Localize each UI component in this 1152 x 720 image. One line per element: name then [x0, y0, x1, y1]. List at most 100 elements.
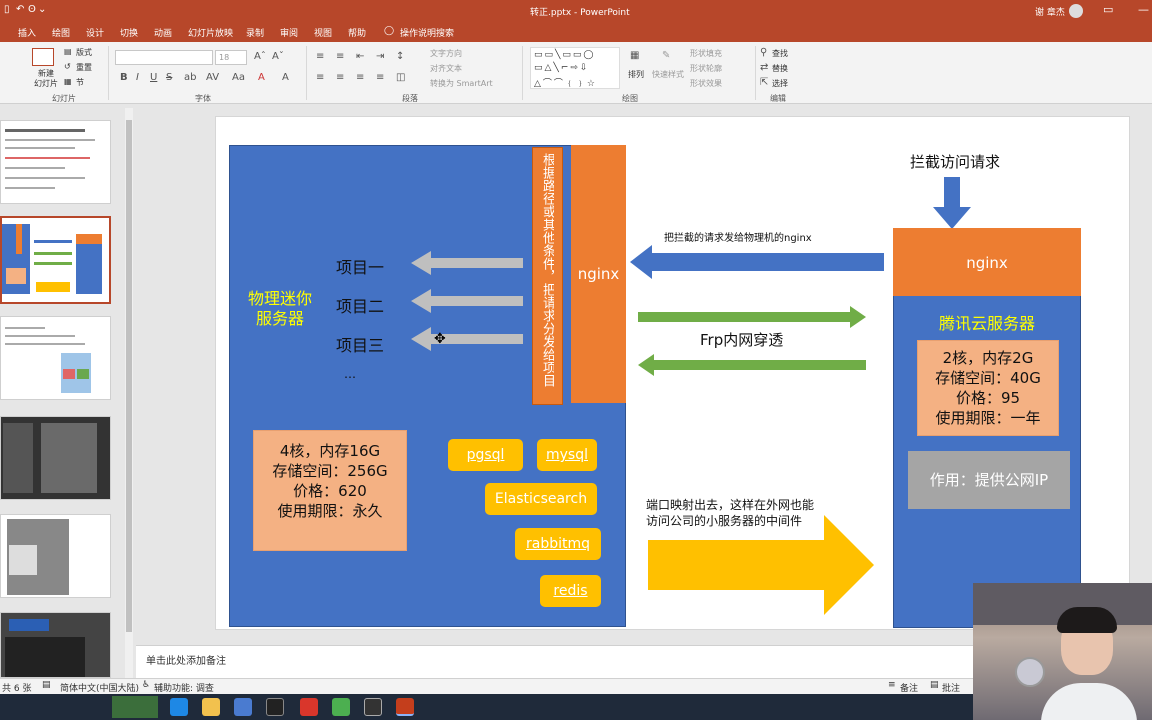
bold-icon[interactable]: B [120, 72, 128, 83]
align-text-button[interactable]: 对齐文本 [430, 63, 462, 74]
numbering-icon[interactable]: ≡ [336, 51, 344, 62]
user-name[interactable]: 谢 章杰 [1035, 5, 1065, 18]
customize-quick-access-icon[interactable]: ⌄ [38, 4, 46, 15]
edge-icon[interactable] [170, 698, 188, 716]
text-direction-button[interactable]: 文字方向 [430, 48, 462, 59]
ribbon-display-icon[interactable]: ▭ [1103, 3, 1113, 16]
tab-slideshow[interactable]: 幻灯片放映 [188, 26, 233, 39]
italic-icon[interactable]: I [136, 72, 139, 83]
slide-thumbnail[interactable] [0, 316, 111, 400]
section-button[interactable]: 节 [76, 77, 84, 88]
minimize-icon[interactable]: — [1138, 3, 1149, 16]
line-spacing-icon[interactable]: ↕ [396, 51, 404, 62]
tab-animations[interactable]: 动画 [154, 26, 172, 39]
slide-canvas[interactable]: 物理迷你 服务器 根据路径或其他条件，把请求分发给项目 nginx 项目一 项目… [215, 116, 1130, 630]
find-button[interactable]: 查找 [772, 48, 788, 59]
local-server-spec[interactable]: 4核，内存16G 存储空间：256G 价格：620 使用期限：永久 [253, 430, 407, 551]
spellcheck-icon[interactable]: ▤ [42, 680, 51, 690]
slide-count: 共 6 张 [2, 684, 32, 694]
obs-icon[interactable] [364, 698, 382, 716]
shape-fill-button[interactable]: 形状填充 [690, 48, 722, 59]
thumbnail-scroll-thumb[interactable] [126, 120, 132, 632]
file-explorer-icon[interactable] [202, 698, 220, 716]
align-right-icon[interactable]: ≡ [356, 72, 364, 83]
justify-icon[interactable]: ≡ [376, 72, 384, 83]
editing-group-label: 编辑 [770, 94, 786, 103]
tab-review[interactable]: 审阅 [280, 26, 298, 39]
layout-button[interactable]: 版式 [76, 47, 92, 58]
tab-record[interactable]: 录制 [246, 26, 264, 39]
increase-font-icon[interactable]: Aˆ [254, 51, 266, 62]
route-arrow [411, 327, 523, 351]
font-color-icon[interactable]: A [258, 72, 265, 83]
app-icon[interactable] [300, 698, 318, 716]
shadow-icon[interactable]: ab [184, 72, 196, 83]
shapes-gallery[interactable]: ▭▭╲▭▭◯ ▭△╲⌐⇨⇩ △⌒⌒﹛﹜☆ [530, 47, 620, 89]
cloud-server-spec[interactable]: 2核，内存2G 存储空间：40G 价格：95 使用期限：一年 [917, 340, 1059, 436]
weather-widget-icon[interactable] [112, 696, 158, 718]
shape-icons-row: ▭▭╲▭▭◯ [534, 50, 596, 60]
undo-icon[interactable]: ↶ [16, 4, 24, 15]
replace-button[interactable]: 替换 [772, 63, 788, 74]
save-icon[interactable]: ▯ [4, 4, 10, 15]
slide-thumbnail[interactable] [0, 416, 111, 500]
powerpoint-window: ▯ ↶ ʘ ⌄ 转正.pptx - PowerPoint 谢 章杰 ▭ — 插入… [0, 0, 1152, 720]
decrease-indent-icon[interactable]: ⇤ [356, 51, 364, 62]
slide-thumbnail[interactable] [0, 612, 111, 678]
webcam-overlay [973, 583, 1152, 720]
group-divider [522, 46, 523, 100]
align-left-icon[interactable]: ≡ [316, 72, 324, 83]
middleware-mysql[interactable]: mysql [537, 439, 597, 471]
tab-transitions[interactable]: 切换 [120, 26, 138, 39]
wechat-icon[interactable] [332, 698, 350, 716]
underline-icon[interactable]: U [150, 72, 157, 83]
comments-toggle[interactable]: 批注 [942, 681, 960, 694]
bullets-icon[interactable]: ≡ [316, 51, 324, 62]
frp-arrow-right [638, 306, 866, 328]
quick-styles-button[interactable]: 快速样式 [652, 69, 684, 80]
smartart-button[interactable]: 转换为 SmartArt [430, 78, 493, 89]
arrange-icon[interactable]: ▦ [630, 50, 639, 61]
app-icon[interactable] [234, 698, 252, 716]
tab-draw[interactable]: 绘图 [52, 26, 70, 39]
powerpoint-icon[interactable] [396, 698, 414, 716]
font-size-box[interactable]: 18 [215, 50, 247, 65]
tell-me-search[interactable]: 操作说明搜索 [400, 26, 454, 39]
strikethrough-icon[interactable]: S [166, 72, 172, 83]
shape-outline-button[interactable]: 形状轮廓 [690, 63, 722, 74]
language-status[interactable]: 简体中文(中国大陆) [60, 681, 139, 694]
accessibility-status[interactable]: 辅助功能: 调查 [154, 681, 214, 694]
increase-indent-icon[interactable]: ⇥ [376, 51, 384, 62]
tab-design[interactable]: 设计 [86, 26, 104, 39]
tab-insert[interactable]: 插入 [18, 26, 36, 39]
change-case-icon[interactable]: Aa [232, 72, 245, 83]
middleware-elasticsearch[interactable]: Elasticsearch [485, 483, 597, 515]
middleware-rabbitmq[interactable]: rabbitmq [515, 528, 601, 560]
shape-effects-button[interactable]: 形状效果 [690, 78, 722, 89]
align-center-icon[interactable]: ≡ [336, 72, 344, 83]
font-name-box[interactable] [115, 50, 213, 65]
columns-icon[interactable]: ◫ [396, 72, 405, 83]
new-slide-icon[interactable] [32, 48, 54, 66]
new-slide-button[interactable]: 新建 幻灯片 [34, 69, 58, 89]
nginx-cloud-label: nginx [966, 254, 1008, 272]
highlight-icon[interactable]: A [282, 72, 289, 83]
chrome-icon[interactable] [266, 698, 284, 716]
middleware-redis[interactable]: redis [540, 575, 601, 607]
notes-toggle[interactable]: 备注 [900, 681, 918, 694]
user-avatar[interactable] [1069, 4, 1083, 18]
tab-help[interactable]: 帮助 [348, 26, 366, 39]
slide-thumbnail[interactable] [0, 514, 111, 598]
arrange-button[interactable]: 排列 [628, 69, 644, 80]
tab-view[interactable]: 视图 [314, 26, 332, 39]
character-spacing-icon[interactable]: AV [206, 72, 219, 83]
redo-icon[interactable]: ʘ [28, 4, 36, 15]
decrease-font-icon[interactable]: Aˇ [272, 51, 284, 62]
quick-styles-icon[interactable]: ✎ [662, 50, 670, 61]
cloud-role-box[interactable]: 作用：提供公网IP [908, 451, 1070, 509]
slide-thumbnail[interactable] [0, 120, 111, 204]
select-button[interactable]: 选择 [772, 78, 788, 89]
slide-thumbnail-current[interactable] [0, 216, 111, 304]
middleware-pgsql[interactable]: pgsql [448, 439, 523, 471]
reset-button[interactable]: 重置 [76, 62, 92, 73]
